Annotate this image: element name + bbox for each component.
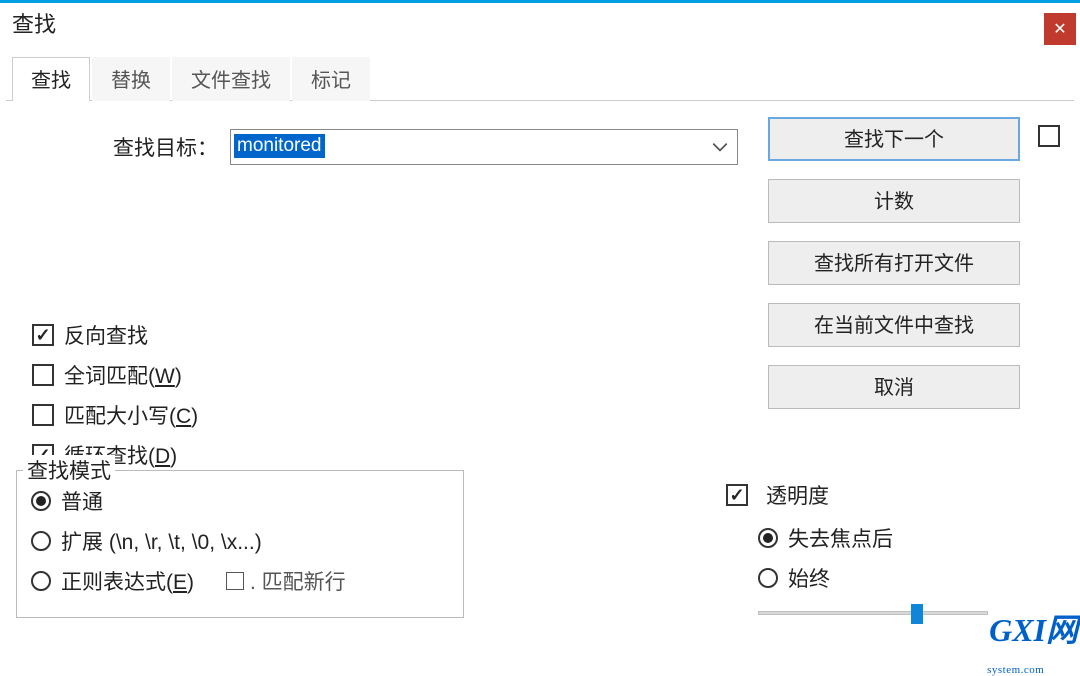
radio-label: 正则表达式(E) <box>61 566 194 596</box>
radio-icon <box>31 531 51 551</box>
slider-thumb[interactable] <box>911 604 923 624</box>
transparency-always[interactable]: 始终 <box>758 558 1052 598</box>
titlebar: 查找 ✕ <box>0 3 1080 57</box>
mode-extended[interactable]: 扩展 (\n, \r, \t, \0, \x...) <box>31 521 453 561</box>
mode-regex[interactable]: 正则表达式(E) . 匹配新行 <box>31 561 453 601</box>
radio-icon <box>758 528 778 548</box>
radio-label: 始终 <box>788 563 830 593</box>
transparency-on-lose-focus[interactable]: 失去焦点后 <box>758 518 1052 558</box>
radio-icon <box>758 568 778 588</box>
radio-icon <box>31 491 51 511</box>
search-combobox[interactable]: monitored <box>230 129 738 165</box>
tab-find[interactable]: 查找 <box>12 57 90 101</box>
transparency-check[interactable]: 透明度 <box>726 480 1052 510</box>
checkbox-icon <box>32 364 54 386</box>
check-wrap[interactable]: 循环查找(D) <box>32 435 1068 475</box>
tab-mark[interactable]: 标记 <box>292 57 370 101</box>
radio-label: 失去焦点后 <box>788 523 893 553</box>
close-button[interactable]: ✕ <box>1044 13 1076 45</box>
action-buttons: 查找下一个 计数 查找所有打开文件 在当前文件中查找 取消 <box>768 117 1020 409</box>
cancel-button[interactable]: 取消 <box>768 365 1020 409</box>
tab-replace[interactable]: 替换 <box>92 57 170 101</box>
find-all-open-button[interactable]: 查找所有打开文件 <box>768 241 1020 285</box>
radio-icon <box>31 571 51 591</box>
check-label: 反向查找 <box>64 320 148 350</box>
tabstrip: 查找 替换 文件查找 标记 <box>6 57 1074 101</box>
window-title: 查找 <box>12 7 56 39</box>
chevron-down-icon[interactable] <box>711 138 729 156</box>
checkbox-icon <box>32 324 54 346</box>
checkbox-icon <box>226 572 244 590</box>
check-label: 匹配大小写(C) <box>64 400 198 430</box>
side-checkbox[interactable] <box>1038 125 1060 147</box>
count-button[interactable]: 计数 <box>768 179 1020 223</box>
mode-normal[interactable]: 普通 <box>31 481 453 521</box>
search-input[interactable] <box>233 132 703 162</box>
tab-find-in-files[interactable]: 文件查找 <box>172 57 290 101</box>
search-label: 查找目标： <box>12 132 224 162</box>
check-label: 全词匹配(W) <box>64 360 182 390</box>
find-in-current-button[interactable]: 在当前文件中查找 <box>768 303 1020 347</box>
search-mode-group: 查找模式 普通 扩展 (\n, \r, \t, \0, \x...) 正则表达式… <box>16 470 464 618</box>
find-next-button[interactable]: 查找下一个 <box>768 117 1020 161</box>
checkbox-icon <box>32 404 54 426</box>
search-mode-legend: 查找模式 <box>23 455 115 485</box>
site-watermark: GXI网 system.com <box>989 614 1078 676</box>
transparency-label: 透明度 <box>766 480 829 510</box>
radio-label: 扩展 (\n, \r, \t, \0, \x...) <box>61 526 262 556</box>
transparency-slider[interactable] <box>758 604 988 622</box>
radio-label: 普通 <box>61 486 103 516</box>
transparency-group: 透明度 失去焦点后 始终 <box>712 470 1062 618</box>
checkbox-icon <box>726 484 748 506</box>
check-label: . 匹配新行 <box>250 566 346 596</box>
regex-dot-newline[interactable]: . 匹配新行 <box>226 566 346 596</box>
slider-track <box>758 611 988 615</box>
close-icon: ✕ <box>1053 19 1066 39</box>
